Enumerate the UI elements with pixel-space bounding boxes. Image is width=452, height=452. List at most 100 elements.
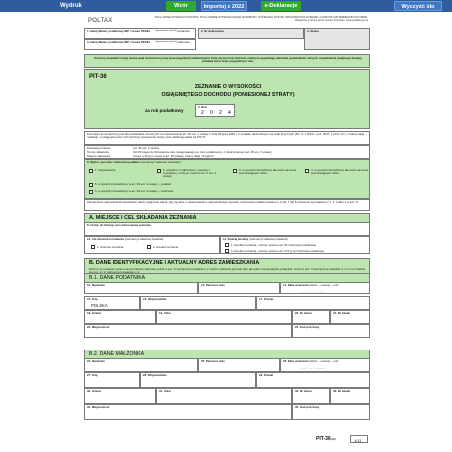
print-button[interactable]: Wydruk bbox=[60, 1, 90, 11]
legal-row-2-value: Urząd, o którym mowa w art. 45 ustawy, z… bbox=[133, 154, 216, 158]
options-footnote: Zaznaczenie odpowiednich kwadratów należ… bbox=[84, 199, 370, 211]
b2-city-field[interactable]: 34. Miejscowość bbox=[84, 404, 292, 420]
option-2-label: 2. wspólnie z małżonkiem, zgodnie z wnio… bbox=[163, 168, 216, 179]
option-6-checkbox[interactable] bbox=[89, 190, 93, 194]
purpose-option-1-checkbox[interactable] bbox=[91, 245, 95, 249]
year-digit-1: 2 bbox=[201, 110, 204, 116]
option-1-label: 1. indywidualnie bbox=[95, 168, 116, 172]
eform-button[interactable]: e-Deklaracje bbox=[261, 1, 301, 11]
purpose-option-2-checkbox[interactable] bbox=[147, 245, 151, 249]
b2-country-field[interactable]: 27. Kraj bbox=[84, 372, 140, 388]
taxpayer-id-field[interactable]: 1. Identyfikator podatkowy NIP / numer P… bbox=[84, 28, 196, 39]
page-number: 1/11 bbox=[350, 435, 368, 443]
legal-row-2-key: Miejsce składania: bbox=[87, 154, 111, 158]
option-6-label: 6. w sposób przewidziany w art. 29 ust. … bbox=[95, 189, 174, 193]
section-b-title: B. DANE IDENTYFIKACYJNE I AKTUALNY ADRES… bbox=[89, 260, 260, 266]
page-number-text: 1/11 bbox=[354, 437, 362, 443]
field1-label: 1. Identyfikator podatkowy NIP / numer P… bbox=[87, 29, 151, 33]
title-line1: ZEZNANIE O WYSOKOŚCI bbox=[194, 84, 262, 90]
b1-birthdate-placeholder: ___ - ___ - ______ bbox=[301, 289, 326, 293]
b1-street-field[interactable]: 19. Ulica bbox=[156, 310, 292, 324]
spouse-id-field[interactable]: 3. Identyfikator podatkowy NIP / numer P… bbox=[84, 39, 196, 50]
b2-house-field[interactable]: 32. Nr domu bbox=[292, 388, 330, 404]
header-note: POLA JASNE WYPEŁNIA PODATNIK, POLA CIEMN… bbox=[154, 16, 368, 23]
notice-band: Prosimy uzupełnić mniej ważne pola formu… bbox=[84, 54, 370, 68]
purpose-label: 10. Cel złożenia formularza bbox=[87, 237, 124, 241]
option-4-checkbox[interactable] bbox=[305, 169, 309, 173]
b2-header: B.2. DANE MAŁŻONKA bbox=[84, 350, 370, 358]
b1-country-label: 15. Kraj bbox=[87, 297, 98, 301]
b1-postal-field[interactable]: 23. Kod pocztowy bbox=[292, 324, 370, 338]
b2-county-field[interactable]: 29. Powiat bbox=[256, 372, 370, 388]
year-digit-3: 2 bbox=[219, 110, 222, 116]
b1-flat-field[interactable]: 21. Nr lokalu bbox=[330, 310, 370, 324]
tax-year-label: za rok podatkowy bbox=[145, 108, 184, 113]
b2-street-field[interactable]: 31. Ulica bbox=[156, 388, 292, 404]
field4-label: 4. Status bbox=[307, 29, 320, 33]
b2-postal-label: 35. Kod pocztowy bbox=[295, 405, 320, 409]
correction-label: 11. Rodzaj korekty bbox=[223, 237, 249, 241]
b2-commune-label: 30. Gmina bbox=[87, 389, 101, 393]
blank-form-button[interactable]: Wzór bbox=[166, 1, 196, 11]
b1-house-field[interactable]: 20. Nr domu bbox=[292, 310, 330, 324]
b2-city-label: 34. Miejscowość bbox=[87, 405, 110, 409]
b1-commune-field[interactable]: 18. Gmina bbox=[84, 310, 156, 324]
brand-label: POLTAX bbox=[88, 18, 113, 24]
b2-birthdate-label: 26. Data urodzenia bbox=[283, 359, 309, 363]
b2-country-label: 27. Kraj bbox=[87, 373, 98, 377]
top-toolbar: Wydruk Wzór Importuj z 2022 e-Deklaracje… bbox=[0, 0, 452, 12]
b1-county-label: 17. Powiat bbox=[259, 297, 274, 301]
b1-voivodeship-field[interactable]: 16. Województwo bbox=[140, 296, 256, 310]
field3-tag: małżonka bbox=[177, 40, 190, 44]
correction-option-2-checkbox[interactable] bbox=[225, 249, 229, 253]
option-4-label: 4. w sposób przewidziany dla osób samotn… bbox=[311, 168, 369, 176]
b1-city-field[interactable]: 22. Miejscowość bbox=[84, 324, 292, 338]
b1-firstname-label: 13. Pierwsze imię bbox=[201, 283, 225, 287]
office-label: 8. Urząd, do którego jest adresowane zez… bbox=[87, 223, 151, 227]
b2-county-label: 29. Powiat bbox=[259, 373, 274, 377]
field1-note: (niepotrzebne skreślić) bbox=[155, 30, 178, 32]
import-button[interactable]: Importuj z 2022 bbox=[201, 1, 247, 11]
b2-postal-field[interactable]: 35. Kod pocztowy bbox=[292, 404, 370, 420]
b1-county-field[interactable]: 17. Powiat bbox=[256, 296, 370, 310]
correction-option-1-label: 1. korekta zeznania, o której mowa w art… bbox=[231, 242, 317, 247]
b2-birthdate-placeholder: ___ - ___ - ______ bbox=[301, 365, 326, 369]
b1-voivodeship-label: 16. Województwo bbox=[143, 297, 167, 301]
b1-city-label: 22. Miejscowość bbox=[87, 325, 110, 329]
clear-fields-button[interactable]: Wyczyść ślo bbox=[394, 1, 442, 11]
b1-birthdate-field[interactable]: 14. Data urodzenia (dzień – miesiąc – ro… bbox=[280, 282, 370, 294]
b2-commune-field[interactable]: 30. Gmina bbox=[84, 388, 156, 404]
correction-option-2-label: 2. korekta zeznania, o której mowa w art… bbox=[231, 248, 325, 253]
b2-flat-label: 33. Nr lokalu bbox=[333, 389, 351, 393]
tax-office-field[interactable]: 8. Urząd, do którego jest adresowane zez… bbox=[84, 222, 370, 236]
b2-birthdate-field[interactable]: 26. Data urodzenia (dzień – miesiąc – ro… bbox=[280, 358, 370, 372]
b1-country-field[interactable]: 15. Kraj POLSKA bbox=[84, 296, 140, 310]
b2-firstname-field[interactable]: 25. Pierwsze imię bbox=[198, 358, 280, 372]
b1-surname-field[interactable]: 12. Nazwisko bbox=[84, 282, 198, 294]
b2-voivodeship-label: 28. Województwo bbox=[143, 373, 167, 377]
legal-rows: Podstawa prawna: Art. 45 ust. 1 ustawy. … bbox=[84, 145, 370, 159]
b2-flat-field[interactable]: 33. Nr lokalu bbox=[330, 388, 370, 404]
option-3-checkbox[interactable] bbox=[233, 169, 237, 173]
b2-surname-field[interactable]: 24. Nazwisko bbox=[84, 358, 198, 372]
year-field[interactable]: 5. Rok 2 0 2 4 bbox=[195, 104, 235, 117]
title-line2: OSIĄGNIĘTEGO DOCHODU (PONIESIONEJ STRATY… bbox=[161, 92, 295, 98]
b1-birthdate-label: 14. Data urodzenia bbox=[283, 283, 309, 287]
option-2-checkbox[interactable] bbox=[157, 169, 161, 173]
field1-tag: podatnika bbox=[177, 29, 190, 33]
option-5-checkbox[interactable] bbox=[89, 183, 93, 187]
year-field-label: 5. Rok bbox=[198, 105, 207, 109]
b1-postal-label: 23. Kod pocztowy bbox=[295, 325, 320, 329]
b1-firstname-field[interactable]: 13. Pierwsze imię bbox=[198, 282, 280, 294]
b1-surname-label: 12. Nazwisko bbox=[87, 283, 105, 287]
purpose-note: (zaznaczyć właściwy kwadrat): bbox=[124, 237, 165, 241]
b1-country-value: POLSKA bbox=[91, 303, 108, 308]
b2-voivodeship-field[interactable]: 28. Województwo bbox=[140, 372, 256, 388]
b1-commune-label: 18. Gmina bbox=[87, 311, 101, 315]
correction-option-1-checkbox[interactable] bbox=[225, 243, 229, 247]
b2-firstname-label: 25. Pierwsze imię bbox=[201, 359, 225, 363]
b1-street-label: 19. Ulica bbox=[159, 311, 171, 315]
option-3-label: 3. w sposób przewidziany dla osób samotn… bbox=[239, 168, 297, 176]
purpose-option-2-label: 2. korekta zeznania bbox=[153, 245, 179, 249]
option-1-checkbox[interactable] bbox=[89, 169, 93, 173]
